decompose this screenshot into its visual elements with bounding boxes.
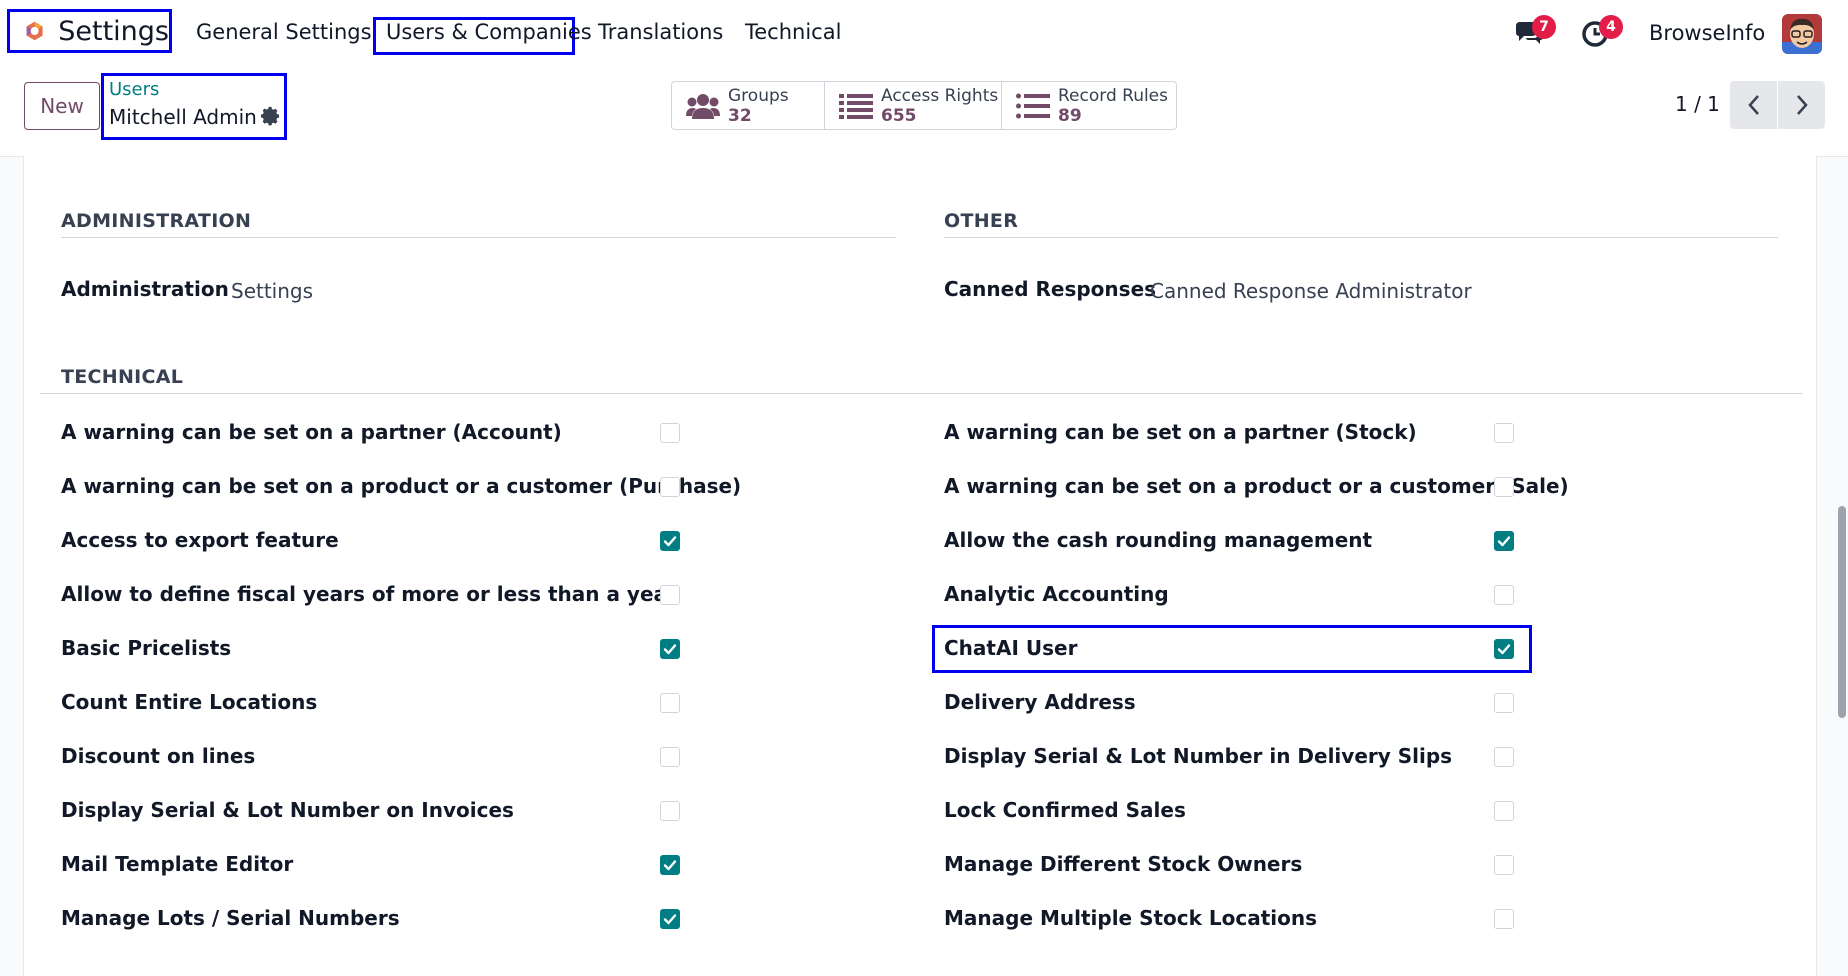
section-title-other: OTHER (944, 210, 1019, 232)
permission-checkbox[interactable] (660, 855, 680, 875)
permission-checkbox[interactable] (660, 477, 680, 497)
administration-select[interactable]: Settings (231, 279, 313, 303)
users-icon (686, 94, 720, 119)
new-button[interactable]: New (24, 82, 100, 130)
permission-label: Mail Template Editor (61, 852, 294, 876)
permission-label: Delivery Address (944, 690, 1136, 714)
permission-checkbox[interactable] (660, 693, 680, 713)
pager-value[interactable]: 1 / 1 (1675, 92, 1720, 116)
top-navbar: Settings General Settings Users & Compan… (0, 0, 1848, 69)
permission-label: Display Serial & Lot Number on Invoices (61, 798, 514, 822)
activity-badge: 4 (1599, 15, 1623, 39)
user-avatar[interactable] (1782, 14, 1822, 54)
permission-checkbox[interactable] (1494, 855, 1514, 875)
smart-button-access-rights[interactable]: Access Rights 655 (825, 82, 1001, 129)
permission-checkbox[interactable] (1494, 585, 1514, 605)
permission-label: A warning can be set on a partner (Stock… (944, 420, 1417, 444)
record-rules-label: Record Rules (1058, 86, 1169, 106)
canned-responses-field-label: Canned Responses (944, 277, 1157, 301)
app-name: Settings (58, 15, 169, 47)
permission-checkbox[interactable] (1494, 531, 1514, 551)
permission-checkbox[interactable] (660, 423, 680, 443)
groups-count: 32 (728, 106, 752, 126)
permission-checkbox[interactable] (660, 747, 680, 767)
pager-previous-button[interactable] (1730, 81, 1777, 129)
avatar-icon (1782, 14, 1822, 54)
permission-checkbox[interactable] (660, 531, 680, 551)
section-title-technical: TECHNICAL (61, 366, 184, 388)
chevron-right-icon (1796, 95, 1808, 115)
permission-checkbox[interactable] (1494, 801, 1514, 821)
section-divider (40, 393, 1802, 394)
menu-translations[interactable]: Translations (598, 20, 723, 44)
pager-next-button[interactable] (1778, 81, 1825, 129)
permission-label: Display Serial & Lot Number in Delivery … (944, 744, 1453, 768)
list-icon (839, 94, 873, 119)
section-divider (944, 237, 1778, 238)
permission-label: Allow the cash rounding management (944, 528, 1373, 552)
access-rights-count: 655 (881, 106, 917, 126)
permission-checkbox[interactable] (660, 639, 680, 659)
permission-label: Allow to define fiscal years of more or … (61, 582, 677, 606)
permission-checkbox[interactable] (660, 585, 680, 605)
permission-label: Access to export feature (61, 528, 339, 552)
menu-general-settings[interactable]: General Settings (196, 20, 372, 44)
checkmark-icon (663, 860, 677, 871)
permission-label: Manage Lots / Serial Numbers (61, 906, 400, 930)
permission-label: A warning can be set on a partner (Accou… (61, 420, 562, 444)
smart-button-groups[interactable]: Groups 32 (672, 82, 824, 129)
permission-checkbox[interactable] (1494, 423, 1514, 443)
breadcrumb: Users Mitchell Admin (101, 73, 287, 140)
breadcrumb-users-link[interactable]: Users (109, 79, 159, 100)
permission-label: A warning can be set on a product or a c… (944, 474, 1569, 498)
canned-responses-select[interactable]: Canned Response Administrator (1150, 279, 1472, 303)
messages-badge: 7 (1532, 15, 1556, 39)
permission-checkbox[interactable] (1494, 693, 1514, 713)
groups-label: Groups (728, 86, 789, 106)
section-title-administration: ADMINISTRATION (61, 210, 252, 232)
record-rules-count: 89 (1058, 106, 1082, 126)
app-home[interactable]: Settings (7, 9, 172, 53)
smart-buttons: Groups 32 Access Rights 655 Record Rules… (671, 81, 1177, 130)
permission-checkbox[interactable] (660, 801, 680, 821)
checkmark-icon (663, 914, 677, 925)
menu-users-companies[interactable]: Users & Companies (386, 20, 592, 44)
permission-checkbox[interactable] (1494, 477, 1514, 497)
permission-label: Lock Confirmed Sales (944, 798, 1186, 822)
smart-button-record-rules[interactable]: Record Rules 89 (1002, 82, 1176, 129)
permission-label: Count Entire Locations (61, 690, 318, 714)
permission-label: Basic Pricelists (61, 636, 232, 660)
menu-technical[interactable]: Technical (745, 20, 841, 44)
administration-field-label: Administration (61, 277, 229, 301)
permission-checkbox[interactable] (1494, 747, 1514, 767)
chatai-highlight-box (932, 625, 1532, 673)
permission-checkbox[interactable] (1494, 909, 1514, 929)
checkmark-icon (663, 644, 677, 655)
permission-checkbox[interactable] (660, 909, 680, 929)
permission-label: Discount on lines (61, 744, 256, 768)
permission-label: Analytic Accounting (944, 582, 1169, 606)
section-divider (61, 237, 896, 238)
chevron-left-icon (1747, 95, 1759, 115)
checkmark-icon (663, 536, 677, 547)
permission-label: A warning can be set on a product or a c… (61, 474, 742, 498)
control-panel: New Users Mitchell Admin Groups 32 Acces… (0, 68, 1848, 157)
permission-label: Manage Multiple Stock Locations (944, 906, 1318, 930)
breadcrumb-current-record: Mitchell Admin (109, 105, 257, 129)
company-switcher[interactable]: BrowseInfo (1649, 21, 1765, 45)
permission-label: Manage Different Stock Owners (944, 852, 1303, 876)
scrollbar[interactable] (1838, 506, 1846, 718)
gear-icon[interactable] (260, 106, 282, 128)
list-icon (1016, 93, 1050, 119)
odoo-logo-icon (26, 21, 43, 41)
access-rights-label: Access Rights (881, 86, 999, 106)
checkmark-icon (1497, 536, 1511, 547)
